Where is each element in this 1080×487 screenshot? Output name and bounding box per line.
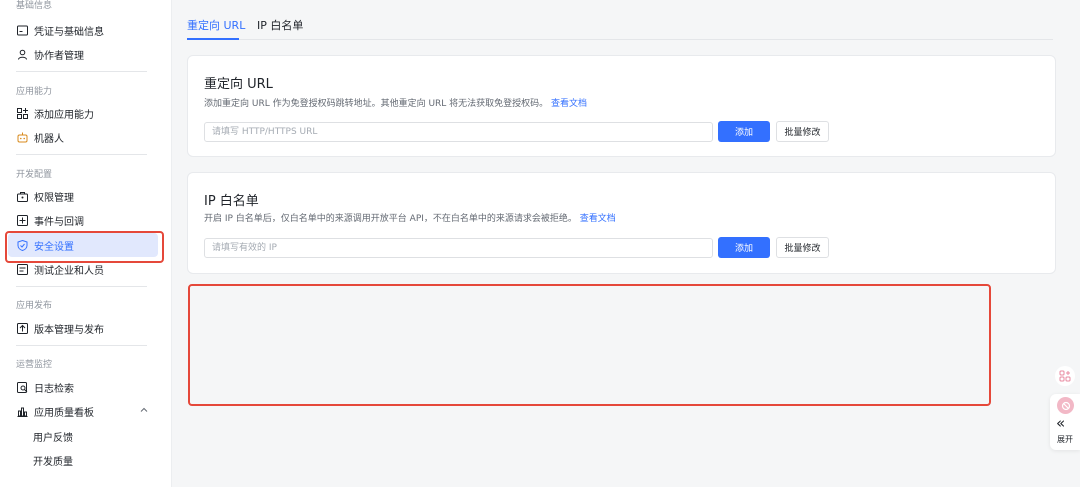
sidebar-divider [16, 154, 147, 155]
redirect-url-card: 重定向 URL 添加重定向 URL 作为免登授权码跳转地址。其他重定向 URL … [187, 55, 1056, 157]
credential-icon [16, 24, 28, 36]
sidebar-item-versions[interactable]: 版本管理与发布 [8, 316, 158, 340]
assistant-button[interactable] [1055, 366, 1075, 386]
sidebar-item-robot[interactable]: 机器人 [8, 125, 158, 149]
log-search-icon [16, 381, 28, 393]
sidebar-item-label: 测试企业和人员 [34, 265, 104, 277]
sidebar-item-add-capability[interactable]: 添加应用能力 [8, 101, 158, 125]
bar-chart-icon [16, 405, 28, 417]
sidebar-item-label: 权限管理 [34, 192, 74, 204]
tab-ip-whitelist[interactable]: IP 白名单 [257, 17, 303, 33]
apps-add-icon [16, 107, 28, 119]
sidebar-divider [16, 286, 147, 287]
add-ip-button[interactable]: 添加 [718, 237, 770, 258]
highlight-box-main [188, 284, 991, 406]
sidebar-item-dev-quality[interactable]: 开发质量 [8, 448, 158, 472]
sidebar-item-events[interactable]: 事件与回调 [8, 208, 158, 232]
batch-edit-redirect-button[interactable]: 批量修改 [776, 121, 829, 142]
description-text: 开启 IP 白名单后，仅白名单中的来源调用开放平台 API，不在白名单中的来源请… [204, 214, 577, 224]
expand-label: 展开 [1057, 435, 1073, 444]
sidebar-item-label: 用户反馈 [33, 432, 73, 444]
sidebar-item-log-search[interactable]: 日志检索 [8, 375, 158, 399]
group-title-dev-config: 开发配置 [16, 170, 53, 180]
group-title-release: 应用发布 [16, 301, 53, 311]
upload-icon [16, 322, 28, 334]
sidebar-divider [16, 71, 147, 72]
tab-bar: 重定向 URL IP 白名单 [187, 14, 1053, 40]
sidebar-item-label: 事件与回调 [34, 216, 84, 228]
ip-whitelist-card: IP 白名单 开启 IP 白名单后，仅白名单中的来源调用开放平台 API，不在白… [187, 172, 1056, 274]
group-title-monitoring: 运营监控 [16, 360, 53, 370]
highlight-box-sidebar [5, 231, 164, 263]
sidebar-divider [16, 345, 147, 346]
sidebar-item-user-feedback[interactable]: 用户反馈 [8, 424, 158, 448]
chevron-up-icon[interactable] [140, 406, 148, 417]
sidebar-item-label: 添加应用能力 [34, 109, 94, 121]
sidebar-item-label: 应用质量看板 [34, 407, 94, 419]
tab-active-indicator [187, 38, 239, 40]
sidebar-item-quality-board[interactable]: 应用质量看板 [8, 399, 158, 423]
sidebar-item-label: 版本管理与发布 [34, 324, 104, 336]
docs-link[interactable]: 查看文档 [580, 214, 616, 224]
docs-link[interactable]: 查看文档 [551, 99, 587, 109]
apps-icon [1059, 370, 1071, 382]
sidebar-item-credentials[interactable]: 凭证与基础信息 [8, 18, 158, 42]
add-redirect-button[interactable]: 添加 [718, 121, 770, 142]
sidebar-item-label: 开发质量 [33, 456, 73, 468]
sidebar-item-label: 协作者管理 [34, 50, 84, 62]
sidebar-item-label: 机器人 [34, 133, 64, 145]
user-icon [16, 48, 28, 60]
card-description: 开启 IP 白名单后，仅白名单中的来源调用开放平台 API，不在白名单中的来源请… [204, 211, 616, 224]
group-title-capability: 应用能力 [16, 87, 53, 97]
sidebar-item-label: 凭证与基础信息 [34, 26, 104, 38]
card-description: 添加重定向 URL 作为免登授权码跳转地址。其他重定向 URL 将无法获取免登授… [204, 96, 587, 109]
event-icon [16, 214, 28, 226]
batch-edit-ip-button[interactable]: 批量修改 [776, 237, 829, 258]
robot-icon [16, 131, 28, 143]
card-title: 重定向 URL [204, 77, 273, 92]
ip-input[interactable] [204, 238, 713, 258]
double-chevron-left-icon: « [1056, 414, 1066, 432]
sidebar-item-collaborators[interactable]: 协作者管理 [8, 42, 158, 66]
expand-panel[interactable]: « 展开 [1050, 394, 1080, 450]
group-title-basic: 基础信息 [16, 1, 53, 11]
redirect-url-input[interactable] [204, 122, 713, 142]
test-org-icon [16, 263, 28, 275]
permission-icon [16, 190, 28, 202]
card-title: IP 白名单 [204, 194, 259, 209]
tab-redirect-url[interactable]: 重定向 URL [187, 17, 245, 33]
help-avatar-icon[interactable] [1057, 397, 1074, 414]
sidebar-item-label: 日志检索 [34, 383, 74, 395]
description-text: 添加重定向 URL 作为免登授权码跳转地址。其他重定向 URL 将无法获取免登授… [204, 99, 549, 109]
sidebar-item-permissions[interactable]: 权限管理 [8, 184, 158, 208]
